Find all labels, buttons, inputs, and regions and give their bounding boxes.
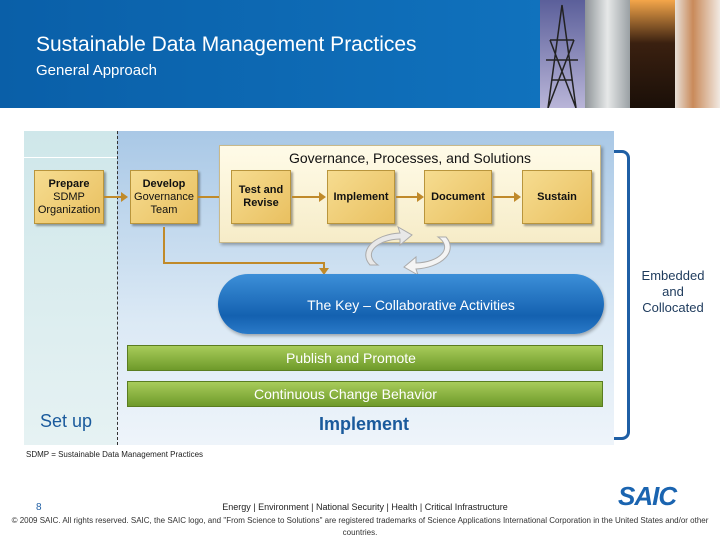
embedded-collocated-label: Embedded and Collocated: [641, 268, 705, 315]
arrow-icon: [493, 192, 521, 202]
setup-divider: [24, 157, 117, 158]
footnote: SDMP = Sustainable Data Management Pract…: [26, 450, 204, 459]
step-document: Document: [424, 170, 492, 224]
step-implement: Implement: [327, 170, 395, 224]
develop-box: Develop Governance Team: [130, 170, 198, 224]
governance-title: Governance, Processes, and Solutions: [288, 150, 532, 166]
slide-title: Sustainable Data Management Practices: [36, 33, 417, 56]
connector-line: [163, 227, 165, 263]
connector-line: [163, 262, 325, 264]
sectors-line: Energy | Environment | National Security…: [222, 502, 508, 512]
copyright: © 2009 SAIC. All rights reserved. SAIC, …: [11, 516, 709, 537]
arrow-icon: [104, 192, 128, 202]
key-collaborative-activities: The Key – Collaborative Activities: [218, 274, 604, 334]
header-photos: [540, 0, 720, 109]
phase-divider: [117, 131, 118, 445]
prepare-box: Prepare SDMP Organization: [34, 170, 104, 224]
brace-icon: [614, 150, 630, 440]
slide-subtitle: General Approach: [36, 62, 157, 79]
arrow-icon: [292, 192, 326, 202]
cycle-arrows-icon: [365, 225, 451, 275]
power-pylon-photo: [540, 0, 585, 109]
publish-promote-bar: Publish and Promote: [127, 345, 603, 371]
arrow-icon: [396, 192, 424, 202]
header: Sustainable Data Management Practices Ge…: [0, 0, 720, 109]
saic-logo: SAIC: [618, 481, 677, 511]
oil-rig-photo: [630, 0, 675, 108]
scientist-photo: [675, 0, 720, 108]
continuous-change-bar: Continuous Change Behavior: [127, 381, 603, 407]
implement-label: Implement: [319, 414, 410, 434]
setup-label: Set up: [40, 411, 93, 431]
step-sustain: Sustain: [522, 170, 592, 224]
storage-tank-photo: [585, 0, 630, 108]
step-test-revise: Test and Revise: [231, 170, 291, 224]
